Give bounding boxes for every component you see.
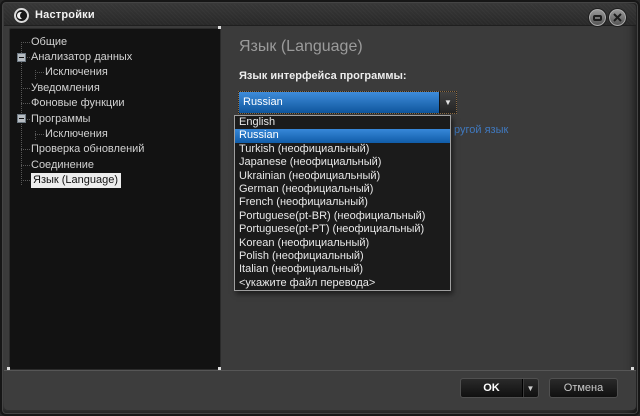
tree-collapse-icon[interactable] bbox=[17, 53, 26, 62]
sidebar-item[interactable]: Язык (Language) bbox=[10, 173, 220, 188]
sidebar-item-label: Язык (Language) bbox=[31, 173, 121, 188]
translate-help-link[interactable]: ругой язык bbox=[454, 124, 508, 136]
window-title: Настройки bbox=[35, 4, 95, 26]
minimize-icon bbox=[593, 15, 602, 21]
sidebar-item[interactable]: Исключения bbox=[10, 65, 220, 80]
language-option[interactable]: Korean (неофициальный) bbox=[235, 237, 450, 250]
close-button[interactable] bbox=[608, 8, 627, 27]
splitter-grip-dot bbox=[7, 367, 10, 370]
settings-sidebar: Общие Анализатор данных Исключения Уведомле… bbox=[9, 28, 221, 370]
settings-dialog: Настройки Общие Анализатор данных Исключен… bbox=[0, 0, 640, 416]
language-field-label: Язык интерфейса программы: bbox=[239, 70, 407, 82]
page-title: Язык (Language) bbox=[239, 38, 363, 56]
sidebar-item[interactable]: Соединение bbox=[10, 157, 220, 172]
tree-line bbox=[21, 165, 30, 166]
sidebar-item-label: Общие bbox=[31, 36, 67, 48]
splitter-grip-dot bbox=[218, 367, 221, 370]
tree-line bbox=[21, 103, 30, 104]
tree-line bbox=[35, 134, 44, 135]
language-option[interactable]: Russian bbox=[235, 129, 450, 142]
language-option[interactable]: German (неофициальный) bbox=[235, 183, 450, 196]
ok-button[interactable]: OK bbox=[461, 379, 522, 397]
language-combobox[interactable]: Russian ▼ bbox=[238, 91, 457, 114]
app-logo-bite bbox=[20, 12, 27, 19]
ok-split-button[interactable]: OK ▼ bbox=[460, 378, 539, 398]
sidebar-item[interactable]: Исключения bbox=[10, 126, 220, 141]
titlebar[interactable]: Настройки bbox=[4, 4, 636, 26]
language-option[interactable]: Italian (неофициальный) bbox=[235, 263, 450, 276]
language-option[interactable]: Polish (неофициальный) bbox=[235, 250, 450, 263]
close-icon bbox=[613, 13, 622, 22]
sidebar-item-label: Исключения bbox=[45, 128, 108, 140]
chevron-down-icon: ▼ bbox=[527, 384, 535, 393]
footer-bar bbox=[4, 370, 636, 410]
language-option[interactable]: <укажите файл перевода> bbox=[235, 277, 450, 290]
language-option[interactable]: Portuguese(pt-PT) (неофициальный) bbox=[235, 223, 450, 236]
combobox-value[interactable]: Russian bbox=[239, 92, 439, 113]
minimize-button[interactable] bbox=[588, 8, 607, 27]
cancel-button[interactable]: Отмена bbox=[549, 378, 618, 398]
chevron-down-icon: ▼ bbox=[444, 98, 452, 107]
sidebar-item-label: Соединение bbox=[31, 159, 94, 171]
sidebar-item[interactable]: Анализатор данных bbox=[10, 49, 220, 64]
sidebar-item[interactable]: Общие bbox=[10, 34, 220, 49]
language-option[interactable]: Turkish (неофициальный) bbox=[235, 143, 450, 156]
minus-icon bbox=[19, 118, 24, 119]
tree-collapse-icon[interactable] bbox=[17, 114, 26, 123]
splitter-grip-dot bbox=[631, 367, 634, 370]
splitter-grip-dot bbox=[218, 26, 221, 29]
language-option[interactable]: English bbox=[235, 116, 450, 129]
sidebar-item-label: Исключения bbox=[45, 66, 108, 78]
tree-line bbox=[35, 72, 44, 73]
sidebar-item[interactable]: Уведомления bbox=[10, 80, 220, 95]
combobox-dropdown-button[interactable]: ▼ bbox=[439, 92, 456, 113]
tree-line bbox=[21, 42, 30, 43]
language-option[interactable]: Portuguese(pt-BR) (неофициальный) bbox=[235, 210, 450, 223]
language-option[interactable]: Ukrainian (неофициальный) bbox=[235, 170, 450, 183]
sidebar-item[interactable]: Программы bbox=[10, 111, 220, 126]
app-logo-icon bbox=[14, 8, 29, 23]
sidebar-item-label: Анализатор данных bbox=[31, 51, 132, 63]
sidebar-item[interactable]: Фоновые функции bbox=[10, 96, 220, 111]
settings-tree: Общие Анализатор данных Исключения Уведомле… bbox=[10, 34, 220, 188]
tree-line bbox=[21, 149, 30, 150]
minus-icon bbox=[19, 57, 24, 58]
tree-line bbox=[21, 180, 30, 181]
tree-line bbox=[21, 88, 30, 89]
sidebar-item-label: Проверка обновлений bbox=[31, 143, 144, 155]
sidebar-item-label: Фоновые функции bbox=[31, 97, 125, 109]
ok-dropdown-button[interactable]: ▼ bbox=[522, 379, 538, 397]
sidebar-item-label: Уведомления bbox=[31, 82, 100, 94]
sidebar-item-label: Программы bbox=[31, 113, 90, 125]
language-option[interactable]: Japanese (неофициальный) bbox=[235, 156, 450, 169]
language-listbox: EnglishRussianTurkish (неофициальный)Jap… bbox=[234, 115, 451, 291]
language-option[interactable]: French (неофициальный) bbox=[235, 196, 450, 209]
sidebar-item[interactable]: Проверка обновлений bbox=[10, 142, 220, 157]
